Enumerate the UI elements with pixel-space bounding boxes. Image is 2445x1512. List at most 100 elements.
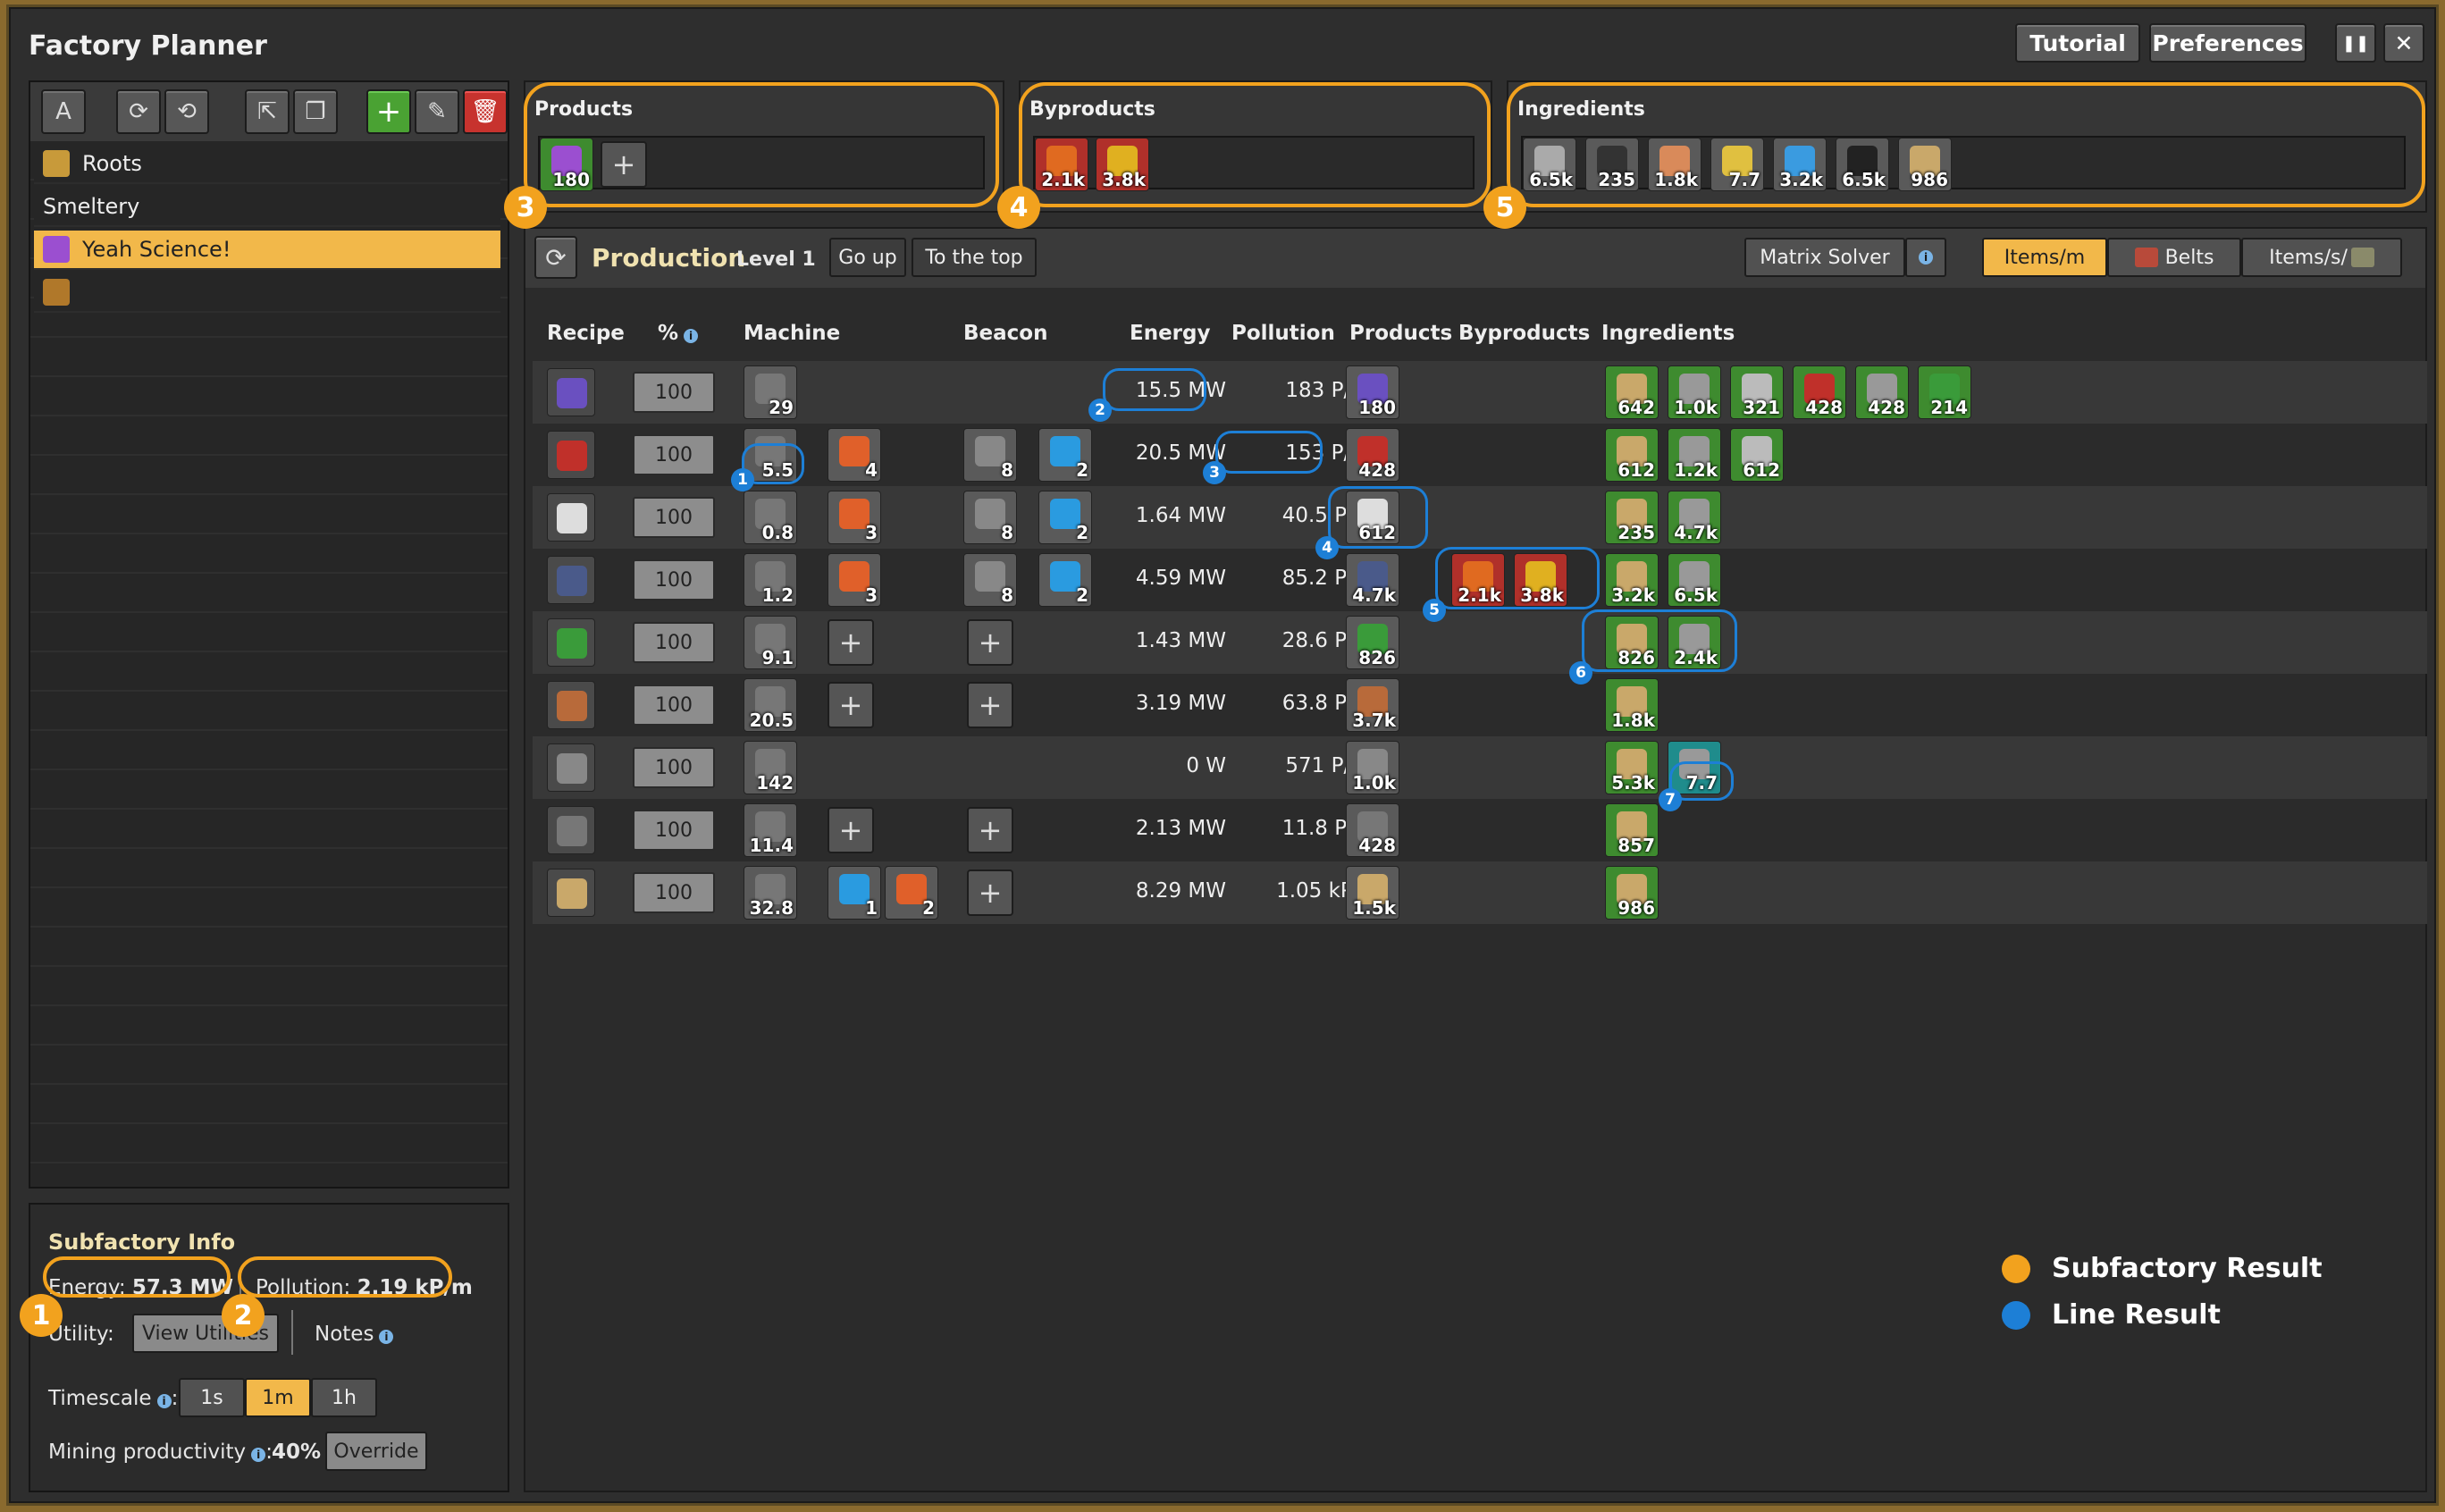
ingredient-slot[interactable]: 642 bbox=[1605, 365, 1659, 419]
percent-input[interactable]: 100 bbox=[633, 497, 715, 538]
tutorial-button[interactable]: Tutorial bbox=[2015, 23, 2140, 63]
ingredient-slot[interactable]: 428 bbox=[1855, 365, 1909, 419]
ingredient-slot[interactable]: 612 bbox=[1605, 428, 1659, 482]
preferences-button[interactable]: Preferences bbox=[2149, 23, 2306, 63]
beacon-slot[interactable]: 8 bbox=[963, 553, 1017, 607]
product-slot[interactable]: 428 bbox=[1346, 428, 1399, 482]
product-slot[interactable]: 428 bbox=[1346, 803, 1399, 857]
percent-input[interactable]: 100 bbox=[633, 747, 715, 788]
undo-icon[interactable]: ⟲ bbox=[164, 89, 209, 134]
module-slot[interactable]: 3 bbox=[828, 491, 881, 544]
subfactory-label: Yeah Science! bbox=[82, 237, 231, 262]
machine-slot[interactable]: 32.8 bbox=[744, 866, 797, 920]
view-belts[interactable]: Belts bbox=[2107, 238, 2241, 277]
recipe-button[interactable] bbox=[547, 556, 595, 604]
ingredient-slot[interactable]: 4.7k bbox=[1668, 491, 1721, 544]
add-beacon-button[interactable]: + bbox=[967, 869, 1013, 916]
ingredient-slot[interactable]: 235 bbox=[1605, 491, 1659, 544]
recipe-button[interactable] bbox=[547, 493, 595, 542]
add-module-button[interactable]: + bbox=[828, 619, 874, 666]
view-items-per-second-per-machine[interactable]: Items/s/ bbox=[2241, 238, 2402, 277]
item-amount: 321 bbox=[1743, 397, 1780, 418]
pause-button[interactable]: ❚❚ bbox=[2335, 23, 2376, 63]
machine-slot[interactable]: 11.4 bbox=[744, 803, 797, 857]
col-machine: Machine bbox=[744, 322, 841, 345]
product-slot[interactable]: 1.5k bbox=[1346, 866, 1399, 920]
ingredient-slot[interactable]: 857 bbox=[1605, 803, 1659, 857]
ingredient-slot[interactable]: 3.2k bbox=[1605, 553, 1659, 607]
delete-icon[interactable]: 🗑 bbox=[463, 89, 508, 134]
ingredient-slot[interactable]: 321 bbox=[1730, 365, 1784, 419]
machine-slot[interactable]: 20.5 bbox=[744, 678, 797, 732]
recipe-button[interactable] bbox=[547, 743, 595, 792]
product-slot[interactable]: 3.7k bbox=[1346, 678, 1399, 732]
to-top-button[interactable]: To the top bbox=[912, 238, 1037, 277]
beacon-slot[interactable]: 8 bbox=[963, 428, 1017, 482]
energy-value: 1.43 MW bbox=[1135, 629, 1226, 652]
product-slot[interactable]: 826 bbox=[1346, 616, 1399, 669]
product-slot[interactable]: 4.7k bbox=[1346, 553, 1399, 607]
close-button[interactable]: ✕ bbox=[2383, 23, 2424, 63]
add-beacon-button[interactable]: + bbox=[967, 807, 1013, 853]
recipe-button[interactable] bbox=[547, 681, 595, 729]
ingredient-slot[interactable]: 612 bbox=[1730, 428, 1784, 482]
percent-input[interactable]: 100 bbox=[633, 434, 715, 475]
recipe-button[interactable] bbox=[547, 806, 595, 854]
subfactory-item-selected[interactable]: Yeah Science! bbox=[34, 231, 500, 270]
matrix-solver-button[interactable]: Matrix Solver bbox=[1744, 238, 1905, 277]
machine-slot[interactable]: 29 bbox=[744, 365, 797, 419]
percent-input[interactable]: 100 bbox=[633, 372, 715, 413]
beacon-slot[interactable]: 8 bbox=[963, 491, 1017, 544]
ingredient-slot[interactable]: 986 bbox=[1605, 866, 1659, 920]
subfactory-item[interactable]: Roots bbox=[34, 145, 500, 184]
recipe-button[interactable] bbox=[547, 431, 595, 479]
timescale-1h[interactable]: 1h bbox=[311, 1378, 377, 1417]
notes-link[interactable]: Notes i bbox=[315, 1323, 394, 1346]
percent-input[interactable]: 100 bbox=[633, 685, 715, 726]
go-up-button[interactable]: Go up bbox=[829, 238, 906, 277]
percent-input[interactable]: 100 bbox=[633, 810, 715, 851]
percent-input[interactable]: 100 bbox=[633, 872, 715, 913]
ingredient-slot[interactable]: 1.8k bbox=[1605, 678, 1659, 732]
machine-slot[interactable]: 0.8 bbox=[744, 491, 797, 544]
edit-icon[interactable]: ✎ bbox=[415, 89, 459, 134]
override-button[interactable]: Override bbox=[325, 1432, 427, 1471]
machine-slot[interactable]: 1.2 bbox=[744, 553, 797, 607]
subfactory-item[interactable] bbox=[34, 273, 500, 313]
ingredient-slot[interactable]: 214 bbox=[1918, 365, 1971, 419]
machine-slot[interactable]: 142 bbox=[744, 741, 797, 794]
ingredient-slot[interactable]: 1.0k bbox=[1668, 365, 1721, 419]
module-slot[interactable]: 1 bbox=[828, 866, 881, 920]
ingredient-slot[interactable]: 5.3k bbox=[1605, 741, 1659, 794]
archive-button[interactable]: A bbox=[41, 89, 86, 134]
percent-input[interactable]: 100 bbox=[633, 559, 715, 601]
timescale-1s[interactable]: 1s bbox=[179, 1378, 245, 1417]
add-beacon-button[interactable]: + bbox=[967, 619, 1013, 666]
timescale-1m[interactable]: 1m bbox=[245, 1378, 311, 1417]
ingredient-slot[interactable]: 6.5k bbox=[1668, 553, 1721, 607]
item-amount: 6.5k bbox=[1674, 584, 1718, 606]
recipe-button[interactable] bbox=[547, 368, 595, 416]
ingredient-slot[interactable]: 1.2k bbox=[1668, 428, 1721, 482]
ingredient-slot[interactable]: 428 bbox=[1793, 365, 1846, 419]
module-slot[interactable]: 4 bbox=[828, 428, 881, 482]
add-module-button[interactable]: + bbox=[828, 807, 874, 853]
duplicate-icon[interactable]: ❐ bbox=[293, 89, 338, 134]
export-icon[interactable]: ⇱ bbox=[245, 89, 290, 134]
percent-input[interactable]: 100 bbox=[633, 622, 715, 663]
recipe-button[interactable] bbox=[547, 618, 595, 667]
add-icon[interactable]: + bbox=[366, 89, 411, 134]
refresh-icon[interactable]: ⟳ bbox=[534, 236, 577, 279]
add-module-button[interactable]: + bbox=[828, 682, 874, 728]
refresh-icon[interactable]: ⟳ bbox=[116, 89, 161, 134]
module-slot[interactable]: 2 bbox=[885, 866, 938, 920]
machine-slot[interactable]: 9.1 bbox=[744, 616, 797, 669]
view-items-per-minute[interactable]: Items/m bbox=[1982, 238, 2107, 277]
product-slot[interactable]: 1.0k bbox=[1346, 741, 1399, 794]
product-slot[interactable]: 180 bbox=[1346, 365, 1399, 419]
subfactory-item[interactable]: Smeltery bbox=[34, 188, 500, 227]
add-beacon-button[interactable]: + bbox=[967, 682, 1013, 728]
matrix-info-button[interactable]: i bbox=[1905, 238, 1946, 277]
module-slot[interactable]: 3 bbox=[828, 553, 881, 607]
recipe-button[interactable] bbox=[547, 869, 595, 917]
